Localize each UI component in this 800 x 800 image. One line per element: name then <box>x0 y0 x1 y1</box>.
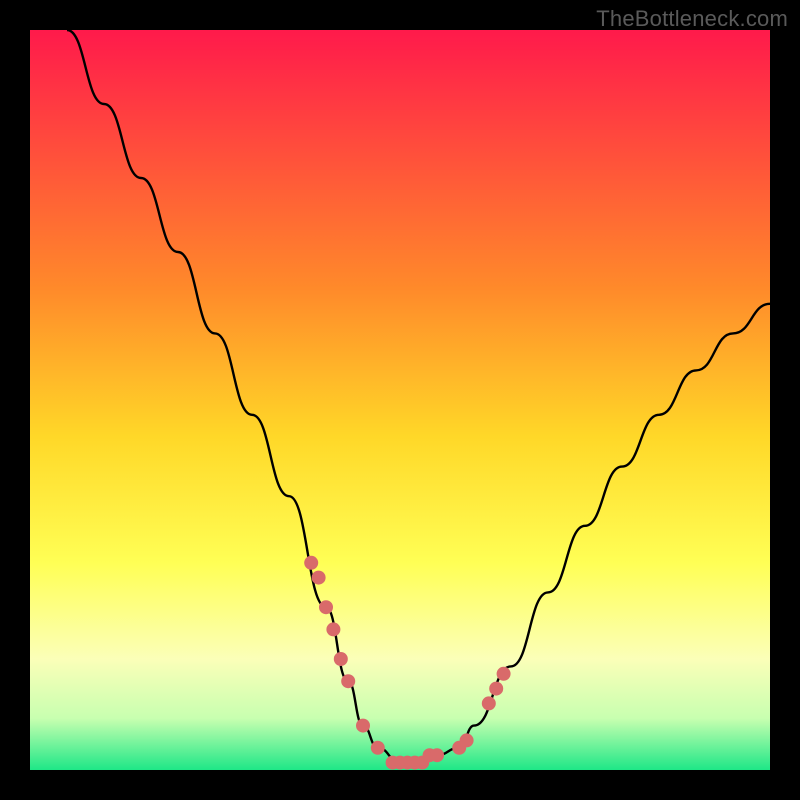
highlight-dot <box>460 733 474 747</box>
highlight-dot <box>482 696 496 710</box>
highlight-dot <box>430 748 444 762</box>
highlight-dot <box>334 652 348 666</box>
bottleneck-curve <box>67 30 770 763</box>
chart-frame: TheBottleneck.com <box>0 0 800 800</box>
highlight-dot <box>371 741 385 755</box>
highlight-dot <box>341 674 355 688</box>
plot-layer <box>30 30 770 770</box>
highlight-dots <box>304 556 510 770</box>
highlight-dot <box>326 622 340 636</box>
highlight-dot <box>319 600 333 614</box>
highlight-dot <box>312 571 326 585</box>
highlight-dot <box>489 682 503 696</box>
highlight-dot <box>497 667 511 681</box>
highlight-dot <box>304 556 318 570</box>
watermark-text: TheBottleneck.com <box>596 6 788 32</box>
highlight-dot <box>356 719 370 733</box>
